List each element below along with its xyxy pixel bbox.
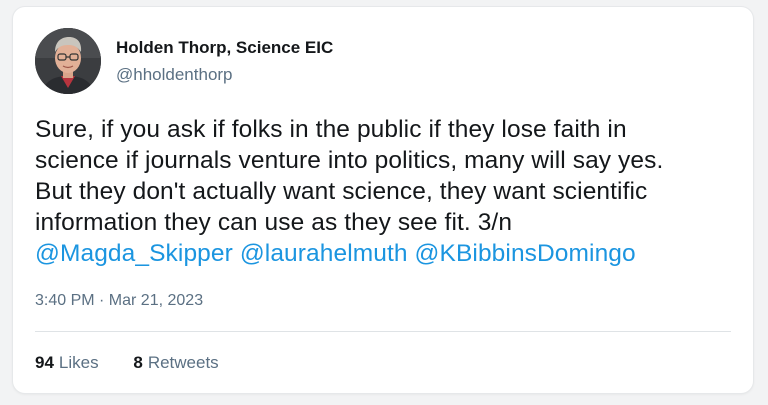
tweet-text-line: Sure, if you ask if folks in the public …: [35, 116, 627, 143]
tweet-text-line: science if journals venture into politic…: [35, 147, 664, 174]
mention-link-kbibbinsdomingo[interactable]: @KBibbinsDomingo: [415, 240, 636, 267]
tweet-card: Holden Thorp, Science EIC @hholdenthorp …: [13, 7, 753, 393]
tweet-timestamp[interactable]: 3:40 PM · Mar 21, 2023: [35, 292, 203, 310]
tweet-text-line: But they don't actually want science, th…: [35, 178, 648, 205]
profile-photo-icon: [35, 28, 101, 94]
mentions-line: @Magda_Skipper @laurahelmuth @KBibbinsDo…: [35, 238, 735, 269]
retweets-stat[interactable]: 8 Retweets: [133, 353, 218, 373]
divider: [35, 331, 731, 332]
likes-label: Likes: [58, 353, 99, 372]
author-name[interactable]: Holden Thorp, Science EIC: [116, 38, 333, 58]
mention-link-magda-skipper[interactable]: @Magda_Skipper: [35, 240, 233, 267]
tweet-text: Sure, if you ask if folks in the public …: [35, 114, 735, 269]
retweets-label: Retweets: [147, 353, 219, 372]
retweets-count: 8: [133, 353, 143, 372]
mention-link-laurahelmuth[interactable]: @laurahelmuth: [240, 240, 408, 267]
tweet-stats: 94 Likes 8 Retweets: [35, 353, 249, 373]
author-handle[interactable]: @hholdenthorp: [116, 65, 233, 85]
likes-count: 94: [35, 353, 54, 372]
avatar[interactable]: [35, 28, 101, 94]
tweet-text-line: information they can use as they see fit…: [35, 209, 513, 236]
likes-stat[interactable]: 94 Likes: [35, 353, 99, 373]
